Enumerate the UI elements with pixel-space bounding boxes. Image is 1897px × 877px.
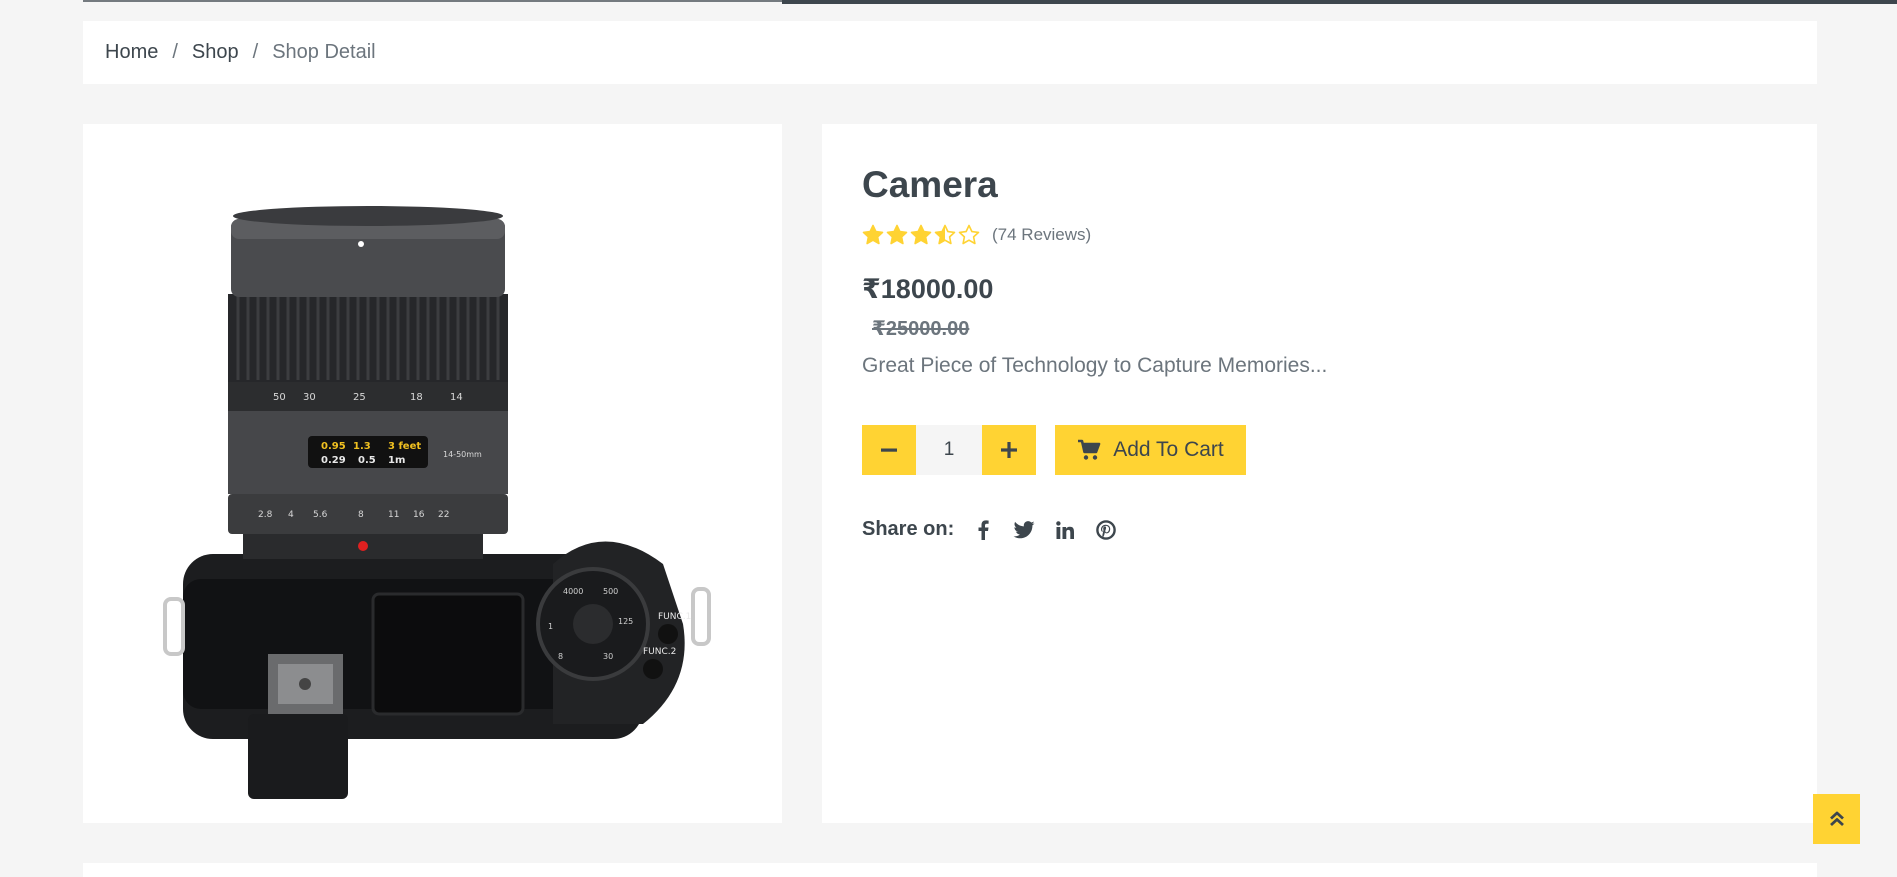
double-chevron-up-icon: [1829, 811, 1844, 827]
svg-text:125: 125: [618, 617, 633, 626]
svg-text:500: 500: [603, 587, 618, 596]
breadcrumb-separator: /: [172, 41, 178, 63]
svg-text:0.95: 0.95: [321, 441, 346, 452]
quantity-decrease-button[interactable]: [862, 425, 916, 475]
svg-text:30: 30: [303, 392, 316, 403]
svg-text:1: 1: [548, 622, 553, 631]
review-count[interactable]: (74 Reviews): [992, 225, 1091, 245]
breadcrumb: Home / Shop / Shop Detail: [83, 21, 1817, 84]
product-info-card: Camera (74 Reviews) ₹18000.00 ₹25000.00 …: [822, 124, 1817, 823]
svg-text:4: 4: [288, 510, 294, 520]
product-image-card: 4000 500 125 30 8 1 FUNC.1 FUNC.2 2.8 4 5.6 8 1…: [83, 124, 782, 823]
breadcrumb-separator: /: [252, 41, 259, 63]
pinterest-icon[interactable]: [1095, 519, 1117, 541]
star-half-icon: [934, 224, 956, 245]
svg-text:14: 14: [450, 392, 463, 403]
svg-text:FUNC.2: FUNC.2: [643, 647, 676, 657]
product-tabs-card: [83, 863, 1817, 877]
twitter-icon[interactable]: [1013, 519, 1035, 541]
svg-text:25: 25: [353, 392, 366, 403]
star-full-icon: [886, 224, 908, 245]
svg-text:8: 8: [358, 510, 364, 520]
plus-icon: [1001, 442, 1017, 458]
breadcrumb-current: Shop Detail: [272, 41, 376, 63]
svg-text:22: 22: [438, 510, 449, 520]
product-title: Camera: [862, 164, 998, 205]
top-bar: [0, 0, 1897, 4]
linkedin-icon[interactable]: [1054, 519, 1076, 541]
quantity-input[interactable]: [916, 425, 982, 475]
product-old-price: ₹25000.00: [872, 318, 970, 340]
share-section: Share on:: [862, 518, 1136, 541]
svg-text:FUNC.1: FUNC.1: [658, 612, 691, 622]
quantity-increase-button[interactable]: [982, 425, 1036, 475]
share-label: Share on:: [862, 518, 955, 540]
minus-icon: [881, 448, 897, 452]
add-to-cart-button[interactable]: Add To Cart: [1055, 425, 1246, 475]
product-rating: (74 Reviews): [862, 224, 1091, 246]
product-price: ₹18000.00: [862, 274, 994, 304]
facebook-icon[interactable]: [972, 519, 994, 541]
back-to-top-button[interactable]: [1813, 794, 1860, 844]
svg-text:14-50mm: 14-50mm: [443, 450, 482, 459]
breadcrumb-home[interactable]: Home: [105, 41, 158, 64]
svg-text:1m: 1m: [388, 455, 405, 466]
svg-text:30: 30: [603, 652, 613, 661]
svg-text:11: 11: [388, 510, 399, 520]
svg-text:1.3: 1.3: [353, 441, 371, 452]
top-bar-segment: [83, 0, 782, 2]
svg-text:16: 16: [413, 510, 425, 520]
svg-text:0.29: 0.29: [321, 455, 346, 466]
svg-text:18: 18: [410, 392, 423, 403]
star-full-icon: [910, 224, 932, 245]
top-bar-segment: [782, 0, 1897, 4]
svg-text:8: 8: [558, 652, 563, 661]
product-image: 4000 500 125 30 8 1 FUNC.1 FUNC.2 2.8 4 5.6 8 1…: [163, 206, 711, 799]
svg-text:2.8: 2.8: [258, 510, 273, 520]
star-full-icon: [862, 224, 884, 245]
svg-text:5.6: 5.6: [313, 510, 328, 520]
product-description: Great Piece of Technology to Capture Mem…: [862, 354, 1328, 377]
rating-stars: [862, 224, 982, 246]
star-empty-icon: [958, 224, 980, 245]
svg-text:50: 50: [273, 392, 286, 403]
svg-text:3 feet: 3 feet: [388, 441, 421, 452]
breadcrumb-shop[interactable]: Shop: [192, 41, 239, 64]
add-to-cart-label: Add To Cart: [1113, 438, 1224, 461]
quantity-stepper: [862, 425, 1036, 475]
svg-text:0.5: 0.5: [358, 455, 376, 466]
shopping-cart-icon: [1078, 439, 1101, 460]
svg-text:4000: 4000: [563, 587, 583, 596]
